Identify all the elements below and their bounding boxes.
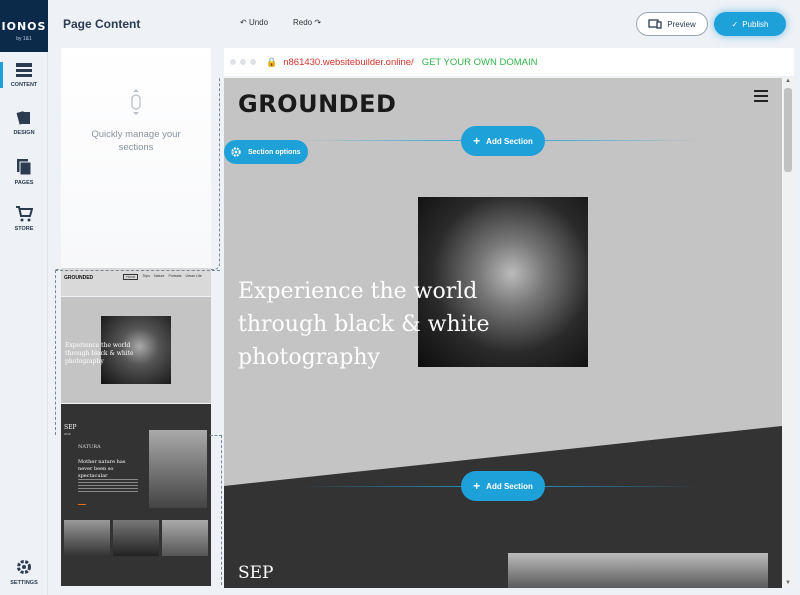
site-logo[interactable]: GROUNDED xyxy=(238,90,396,118)
hero-line2: through black & white xyxy=(238,312,490,337)
plus-icon: + xyxy=(473,479,481,493)
site-url[interactable]: n861430.websitebuilder.online/ xyxy=(283,57,413,68)
redo-label: Redo xyxy=(293,18,313,27)
scroll-up-icon[interactable]: ▲ xyxy=(785,78,791,84)
hamburger-menu-icon[interactable] xyxy=(754,90,768,102)
rail-design-label: DESIGN xyxy=(13,130,35,136)
undo-label: Undo xyxy=(248,18,269,27)
rail-settings-label: SETTINGS xyxy=(10,580,38,586)
scroll-down-icon[interactable]: ▼ xyxy=(785,580,791,586)
panel-dash-outline xyxy=(55,78,220,270)
hero-line1: Experience the world xyxy=(238,279,478,304)
thumb3-image-main xyxy=(149,430,207,508)
pages-icon xyxy=(17,159,32,176)
rail-design[interactable]: DESIGN xyxy=(0,110,48,136)
rail-settings[interactable]: SETTINGS xyxy=(0,558,48,586)
thumb3-image-2 xyxy=(113,520,159,556)
check-icon: ✓ xyxy=(731,19,739,29)
thumb3-heading: Mother nature has never been so spectacu… xyxy=(78,459,126,479)
lock-icon: 🔒 xyxy=(266,56,278,67)
undo-button[interactable]: ↶ Undo xyxy=(240,18,268,27)
section-options-label: Section options xyxy=(248,148,301,156)
rail-store[interactable]: STORE xyxy=(0,206,48,232)
section-options-button[interactable]: Section options xyxy=(224,140,308,164)
add-section-label: Add Section xyxy=(486,136,533,146)
browser-bar: 🔒 n861430.websitebuilder.online/ GET YOU… xyxy=(224,48,794,76)
rail-pages-label: PAGES xyxy=(14,180,34,186)
article-image[interactable] xyxy=(508,553,768,588)
redo-button[interactable]: Redo ↷ xyxy=(293,18,321,27)
gear-icon xyxy=(231,147,241,157)
window-dot xyxy=(240,59,246,65)
add-section-button-top[interactable]: + Add Section xyxy=(461,126,545,156)
thumb3-accent-line xyxy=(78,504,86,505)
thumbs-dash-outline xyxy=(55,270,220,435)
brand-sub: by 1&1 xyxy=(16,36,32,42)
hero-line3: photography xyxy=(238,345,380,370)
ionos-logo: IONOS by 1&1 xyxy=(0,0,48,52)
rail-content[interactable]: CONTENT xyxy=(0,62,48,88)
cart-icon xyxy=(16,206,34,222)
preview-label: Preview xyxy=(667,19,696,29)
left-rail xyxy=(0,0,48,595)
add-section-button-bottom[interactable]: + Add Section xyxy=(461,471,545,501)
hero-heading[interactable]: Experience the world through black & whi… xyxy=(238,275,498,374)
publish-label: Publish xyxy=(742,19,769,29)
rail-pages[interactable]: PAGES xyxy=(0,158,48,186)
add-section-label: Add Section xyxy=(486,481,533,491)
preview-button[interactable]: Preview xyxy=(636,12,708,36)
rail-content-label: CONTENT xyxy=(10,82,38,88)
page-title: Page Content xyxy=(63,17,141,31)
gear-icon xyxy=(17,560,31,574)
get-domain-link[interactable]: GET YOUR OWN DOMAIN xyxy=(422,57,538,68)
content-icon xyxy=(16,63,32,77)
thumb3-title: NATURA xyxy=(78,444,101,450)
thumb3-image-3 xyxy=(162,520,208,556)
thumb3-body-lines xyxy=(78,479,138,493)
design-icon xyxy=(16,111,30,125)
sep-label[interactable]: SEP xyxy=(238,563,274,583)
undo-icon: ↶ xyxy=(240,18,249,27)
scrollbar-thumb[interactable] xyxy=(784,88,792,172)
window-dot xyxy=(230,59,236,65)
rail-store-label: STORE xyxy=(14,226,34,232)
plus-icon: + xyxy=(473,134,481,148)
devices-icon xyxy=(648,19,662,29)
brand-name: IONOS xyxy=(1,20,47,33)
dark-dash-outline xyxy=(210,435,222,585)
window-dot xyxy=(250,59,256,65)
thumb3-image-1 xyxy=(64,520,110,556)
redo-icon: ↷ xyxy=(312,18,322,27)
publish-button[interactable]: ✓ Publish xyxy=(714,12,786,36)
